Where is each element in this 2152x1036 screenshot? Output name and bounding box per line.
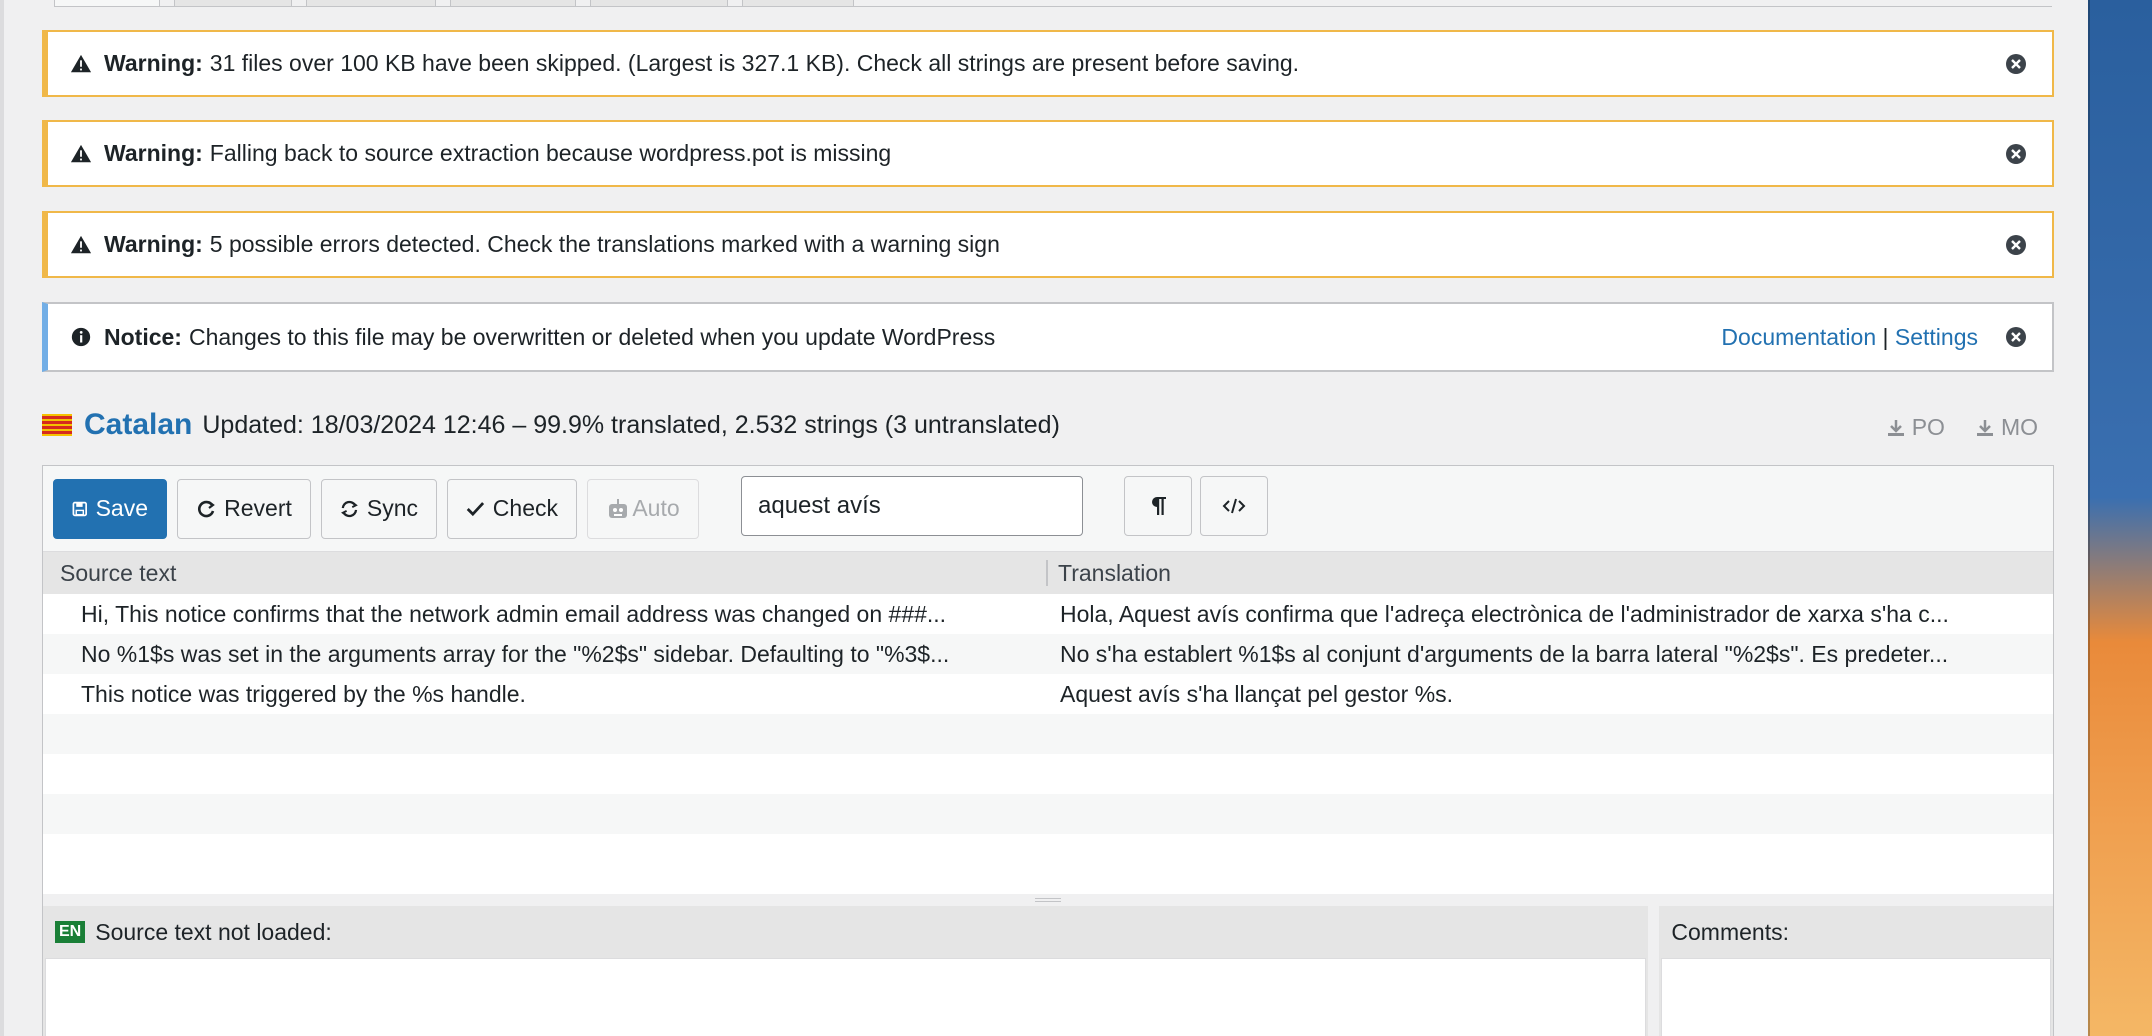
detail-panes: EN Source text not loaded: Comments: [43,906,2053,1036]
empty-row [43,834,2053,874]
warning-icon [70,235,92,253]
column-header-source[interactable]: Source text [43,560,1048,586]
auto-translate-button[interactable]: Auto [587,478,699,539]
dismiss-icon[interactable] [2004,325,2028,349]
language-header: Catalan Updated: 18/03/2024 12:46 – 99.9… [42,400,2054,450]
source-pane-header: EN Source text not loaded: [43,906,1648,958]
checkmark-icon [466,501,485,516]
notice-text: Notice: Changes to this file may be overw… [104,324,1721,351]
download-mo-button[interactable]: MO [1975,414,2038,441]
source-cell: No %1$s was set in the arguments array f… [81,640,950,667]
table-row[interactable]: No %1$s was set in the arguments array f… [43,634,2053,674]
info-notice-overwrite: Notice: Changes to this file may be overw… [42,302,2054,372]
translation-cell: Aquest avís s'ha llançat pel gestor %s. [1060,680,1454,707]
save-button[interactable]: Save [53,478,167,539]
info-icon [71,327,91,347]
download-po-button[interactable]: PO [1886,414,1945,441]
warning-icon [70,144,92,162]
source-pane-title: Source text not loaded: [95,918,332,945]
notice-message: 31 files over 100 KB have been skipped. … [209,50,1300,76]
editor-toolbar: Save Revert Sync Check Auto [43,466,2053,552]
warning-notice-pot-missing: Warning: Falling back to source extractio… [42,120,2054,187]
search-box [741,476,1083,536]
download-links: PO MO [1886,414,2038,441]
window-edge [0,0,4,1036]
source-pane: EN Source text not loaded: [43,906,1649,1036]
comments-pane-header: Comments: [1659,906,2053,958]
link-separator: | [1882,323,1889,350]
pane-resize-handle[interactable] [43,894,2053,906]
dismiss-icon[interactable] [2004,233,2028,257]
catalan-flag-icon [42,414,72,436]
notice-text: Warning: 31 files over 100 KB have been s… [104,50,2004,77]
search-input[interactable] [758,492,1068,520]
download-icon [1976,419,1993,436]
documentation-link[interactable]: Documentation [1721,324,1876,350]
toggle-code-view-button[interactable] [1200,476,1268,536]
notice-label: Notice: [104,323,182,350]
notice-label: Warning: [104,231,203,257]
floppy-icon [72,501,87,516]
table-row[interactable]: This notice was triggered by the %s hand… [43,674,2053,714]
source-text-area [45,958,1647,1036]
app-window: Warning: 31 files over 100 KB have been s… [0,0,2088,1036]
check-button[interactable]: Check [447,478,577,539]
notice-message: Falling back to source extraction becaus… [209,140,892,166]
check-label: Check [492,495,558,521]
translation-editor: Save Revert Sync Check Auto aquest avís … [42,465,2054,1036]
notice-links: Documentation | Settings [1721,324,1978,351]
empty-row [43,794,2053,834]
source-cell: Hi, This notice confirms that the networ… [81,600,947,627]
source-cell: This notice was triggered by the %s hand… [81,680,526,707]
revert-button[interactable]: Revert [177,478,311,539]
notice-message: Changes to this file may be overwritten … [188,323,996,350]
settings-link[interactable]: Settings [1895,324,1978,350]
notice-label: Warning: [104,140,203,166]
language-name: Catalan [84,408,193,441]
string-list: Hi, This notice confirms that the networ… [43,594,2053,894]
download-mo-label: MO [2000,414,2038,440]
empty-row [43,754,2053,794]
auto-label: Auto [632,495,680,521]
notice-text: Warning: 5 possible errors detected. Chec… [104,231,2004,258]
table-header: Source text Translation [43,552,2053,594]
revert-label: Revert [224,495,292,521]
toggle-invisibles-button[interactable] [1124,476,1192,536]
desktop-background [2088,0,2152,1036]
comments-text-area[interactable] [1661,958,2051,1036]
download-icon [1887,419,1904,436]
robot-icon [609,498,628,518]
notice-label: Warning: [104,50,203,76]
code-icon [1222,498,1246,514]
column-header-translation[interactable]: Translation [1048,560,1171,587]
translation-cell: No s'ha establert %1$s al conjunt d'argu… [1060,640,1949,667]
sync-icon [341,500,358,517]
dismiss-icon[interactable] [2004,142,2028,166]
revert-icon [198,500,215,517]
tabs-divider [54,6,2052,7]
warning-notice-skipped-files: Warning: 31 files over 100 KB have been s… [42,30,2054,97]
save-label: Save [95,495,148,521]
pilcrow-icon [1152,497,1166,515]
table-row[interactable]: Hi, This notice confirms that the networ… [43,594,2053,634]
dismiss-icon[interactable] [2004,52,2028,76]
warning-icon [70,54,92,72]
sync-button[interactable]: Sync [321,478,437,539]
translation-cell: Hola, Aquest avís confirma que l'adreça … [1060,600,1949,627]
download-po-label: PO [1911,414,1945,440]
comments-pane: Comments: [1659,906,2053,1036]
notice-message: 5 possible errors detected. Check the tr… [209,231,1000,257]
language-stats: Updated: 18/03/2024 12:46 – 99.9% transl… [202,410,1060,439]
notice-text: Warning: Falling back to source extractio… [104,140,2004,167]
empty-row [43,714,2053,754]
comments-pane-title: Comments: [1671,918,1789,945]
sync-label: Sync [366,495,418,521]
language-badge: EN [55,921,86,943]
warning-notice-possible-errors: Warning: 5 possible errors detected. Chec… [42,211,2054,278]
